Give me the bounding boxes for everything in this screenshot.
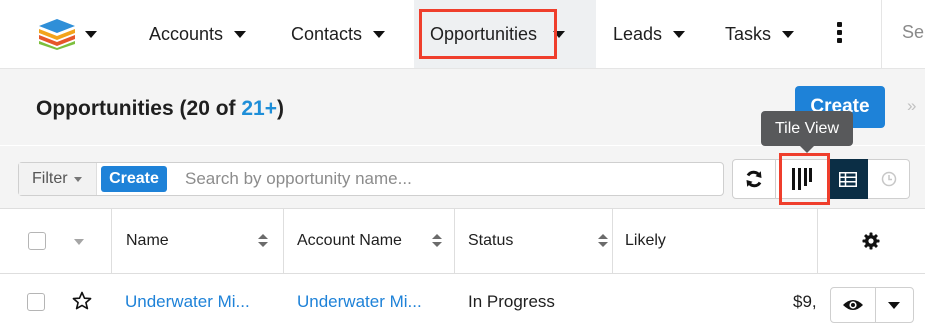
highlight-box — [779, 153, 830, 205]
refresh-icon — [746, 170, 762, 188]
row-actions-dropdown[interactable] — [875, 288, 913, 322]
column-divider — [454, 209, 455, 273]
filter-dropdown[interactable]: Filter — [19, 163, 97, 195]
clock-icon — [881, 171, 896, 187]
column-header-likely[interactable]: Likely — [625, 209, 666, 273]
tile-view-tooltip: Tile View — [761, 111, 853, 146]
column-divider — [283, 209, 284, 273]
search-input[interactable] — [185, 169, 705, 189]
row-likely-amount: $9, — [793, 291, 817, 311]
create-filter-button[interactable]: Create — [101, 166, 167, 192]
activity-stream-button[interactable] — [868, 159, 910, 199]
column-settings-gear-icon[interactable] — [862, 232, 880, 255]
mass-actions-chevron-down-icon[interactable] — [74, 239, 84, 245]
chevron-down-icon[interactable] — [234, 30, 247, 38]
list-view-button[interactable] — [828, 159, 868, 199]
page-title: Opportunities (20 of 21+) — [36, 97, 284, 121]
favorite-star-icon[interactable] — [72, 291, 92, 316]
select-all-checkbox[interactable] — [28, 232, 46, 250]
column-header-account-name[interactable]: Account Name — [297, 209, 402, 273]
table-header: Name Account Name Status Likely — [0, 209, 925, 274]
nav-item-label: Leads — [613, 23, 663, 44]
column-label: Likely — [625, 232, 666, 249]
column-divider — [111, 209, 112, 273]
nav-item-leads[interactable]: Leads — [613, 0, 686, 68]
sort-icon[interactable] — [598, 234, 608, 248]
row-name-link[interactable]: Underwater Mi... — [125, 274, 250, 329]
top-navigation: Accounts Contacts Opportunities Leads Ta… — [0, 0, 925, 69]
column-divider — [817, 209, 818, 273]
column-header-status[interactable]: Status — [468, 209, 513, 273]
chevron-down-icon[interactable] — [782, 30, 795, 38]
nav-item-accounts[interactable]: Accounts — [149, 0, 247, 68]
sort-icon[interactable] — [432, 234, 442, 248]
row-status: In Progress — [468, 291, 555, 311]
nav-item-tasks[interactable]: Tasks — [725, 0, 795, 68]
row-actions — [830, 287, 914, 323]
nav-item-label: Contacts — [291, 23, 363, 44]
column-header-name[interactable]: Name — [126, 209, 169, 273]
chevron-down-icon[interactable] — [373, 30, 386, 38]
preview-button[interactable] — [831, 288, 876, 322]
record-count-suffix: ) — [276, 97, 284, 120]
module-title: Opportunities — [36, 97, 174, 120]
chevron-down-icon[interactable] — [673, 30, 686, 38]
column-label: Account Name — [297, 232, 402, 249]
filter-dropdown-label: Filter — [32, 170, 68, 187]
column-label: Name — [126, 232, 169, 249]
filter-container: Filter Create — [18, 162, 724, 196]
logo-menu-chevron-down-icon[interactable] — [85, 31, 97, 38]
divider — [881, 0, 882, 68]
nav-item-label: Accounts — [149, 23, 224, 44]
chevron-down-icon — [73, 176, 82, 182]
record-count-more-link[interactable]: 21+ — [241, 97, 277, 120]
tooltip-arrow — [800, 146, 814, 153]
more-menu-kebab-icon[interactable] — [837, 22, 843, 44]
sugar-logo-icon[interactable] — [37, 18, 77, 50]
global-search-input[interactable]: Se — [902, 22, 924, 43]
chevron-down-icon — [888, 301, 900, 309]
nav-item-label: Tasks — [725, 23, 772, 44]
row-account-link[interactable]: Underwater Mi... — [297, 274, 422, 329]
filter-bar: Filter Create — [0, 146, 925, 209]
column-label: Status — [468, 232, 514, 249]
eye-icon — [843, 300, 863, 310]
highlight-box — [419, 9, 557, 59]
sidebar-toggle-icon[interactable]: » — [907, 96, 916, 116]
record-count-prefix: (20 of — [179, 97, 242, 120]
table-row: Underwater Mi... Underwater Mi... In Pro… — [0, 274, 925, 329]
sort-icon[interactable] — [258, 234, 268, 248]
list-view-icon — [839, 171, 857, 187]
refresh-button[interactable] — [732, 159, 776, 199]
nav-item-contacts[interactable]: Contacts — [291, 0, 386, 68]
column-divider — [612, 209, 613, 273]
row-checkbox[interactable] — [27, 293, 45, 311]
